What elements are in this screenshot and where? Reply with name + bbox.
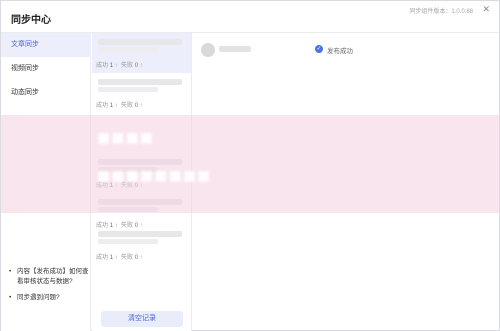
status-badge: 发布成功 (327, 48, 353, 55)
bullet-icon: • (9, 294, 12, 301)
list-item[interactable]: 成功 1 ↑ 失败 0 ↑ (92, 225, 191, 265)
article-title-placeholder (98, 87, 158, 92)
watermark-glyphs: ■■■■ (97, 125, 155, 150)
list-item[interactable]: 成功 1 ↑ 失败 0 ↑ (92, 73, 191, 113)
clear-records-button[interactable]: 清空记录 (101, 311, 183, 327)
arrow-up-icon: ↑ (114, 63, 118, 69)
close-icon[interactable]: ✕ (482, 4, 490, 15)
help-link-label: 内容【发布成功】如何查看审核状态与数据? (17, 268, 89, 285)
arrow-up-icon: ↑ (114, 255, 118, 261)
fail-count: 0 (134, 103, 139, 109)
article-title-placeholder (98, 239, 158, 244)
success-count: 1 (109, 103, 114, 109)
success-count: 1 (109, 255, 114, 261)
sidebar-item-article-sync[interactable]: 文章同步 (1, 33, 91, 57)
sidebar-item-dynamic-sync[interactable]: 动态同步 (1, 81, 91, 105)
sync-stats: 成功 1 ↑ 失败 0 ↑ (96, 100, 143, 109)
article-title-placeholder (98, 39, 182, 45)
avatar (201, 43, 215, 57)
arrow-up-icon: ↑ (139, 63, 143, 69)
article-title-placeholder (98, 47, 158, 52)
title-bar: 同步中心 同步组件版本：1.0.0.88 ✕ (1, 1, 499, 33)
article-title-placeholder (98, 79, 182, 85)
sync-stats: 成功 1 ↑ 失败 0 ↑ (96, 60, 143, 69)
bullet-icon: • (9, 268, 12, 275)
fail-label: 失败 (121, 63, 134, 69)
help-link-sync-problem[interactable]: • 同步遇到问题? (9, 293, 89, 303)
sync-detail-row: ✓ 发布成功 (193, 33, 499, 73)
success-label: 成功 (96, 103, 109, 109)
arrow-up-icon: ↑ (139, 255, 143, 261)
component-version: 同步组件版本：1.0.0.88 (409, 9, 473, 15)
sidebar-item-video-sync[interactable]: 视频同步 (1, 57, 91, 81)
fail-label: 失败 (121, 103, 134, 109)
arrow-up-icon: ↑ (114, 103, 118, 109)
arrow-up-icon: ↑ (139, 103, 143, 109)
watermark-glyphs: ■■■■■■■■ (97, 163, 212, 188)
fail-label: 失败 (121, 255, 134, 261)
watermark-overlay: ■■■■ ■■■■■■■■ (1, 115, 500, 213)
success-count: 1 (109, 63, 114, 69)
sync-stats: 成功 1 ↑ 失败 0 ↑ (96, 252, 143, 261)
window-title: 同步中心 (11, 15, 51, 26)
fail-count: 0 (134, 63, 139, 69)
success-label: 成功 (96, 63, 109, 69)
fail-count: 0 (134, 255, 139, 261)
help-link-label: 同步遇到问题? (17, 294, 60, 301)
article-title-placeholder (98, 231, 182, 237)
sync-center-window: 同步中心 同步组件版本：1.0.0.88 ✕ 文章同步 视频同步 动态同步 • … (0, 0, 500, 331)
list-item[interactable]: 成功 1 ↑ 失败 0 ↑ (92, 33, 191, 73)
check-icon: ✓ (315, 45, 323, 53)
success-label: 成功 (96, 255, 109, 261)
account-name-placeholder (219, 46, 251, 52)
help-link-review-status[interactable]: • 内容【发布成功】如何查看审核状态与数据? (9, 267, 89, 287)
